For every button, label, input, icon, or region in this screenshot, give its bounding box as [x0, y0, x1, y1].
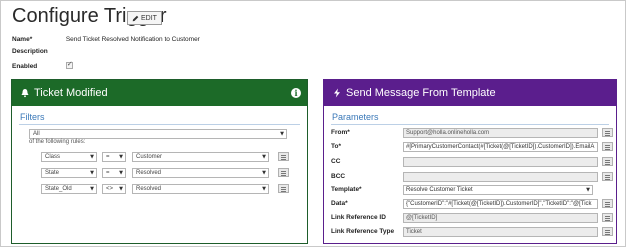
chevron-down-icon: ▼ [262, 154, 266, 160]
action-panel: Send Message From Template Parameters Fr… [323, 79, 617, 244]
description-row: Description [12, 48, 64, 55]
name-value: Send Ticket Resolved Notification to Cus… [65, 36, 200, 43]
match-select[interactable]: All ▼ [29, 129, 287, 139]
chevron-down-icon: ▼ [586, 187, 590, 193]
from-label: From* [331, 129, 350, 136]
list-icon[interactable] [602, 128, 613, 137]
rule-value-value: Customer [136, 154, 163, 160]
list-icon[interactable] [602, 199, 613, 208]
rule-field-select[interactable]: State ▼ [41, 168, 97, 178]
action-panel-header: Send Message From Template [324, 80, 616, 106]
data-label: Data* [331, 200, 348, 207]
rule-operator-select[interactable]: = ▼ [102, 152, 126, 162]
chevron-down-icon: ▼ [119, 186, 123, 192]
chevron-down-icon: ▼ [119, 154, 123, 160]
rule-field-value: Class [45, 154, 61, 160]
chevron-down-icon: ▼ [90, 154, 94, 160]
list-icon[interactable] [278, 152, 289, 161]
rule-value-value: Resolved [136, 170, 162, 176]
action-panel-title: Send Message From Template [346, 87, 496, 99]
data-field[interactable]: {"CustomerID":"#[Ticket(@[TicketID]).Cus… [403, 199, 598, 209]
list-icon[interactable] [278, 168, 289, 177]
lightning-icon [334, 88, 340, 98]
list-icon[interactable] [602, 213, 613, 222]
filters-title: Filters [20, 112, 45, 122]
name-label: Name* [12, 36, 33, 43]
trigger-panel-header: Ticket Modified [12, 80, 307, 106]
chevron-down-icon: ▼ [119, 170, 123, 176]
cc-label: CC [331, 158, 341, 165]
chevron-down-icon: ▼ [90, 186, 94, 192]
chevron-down-icon: ▼ [262, 170, 266, 176]
to-field[interactable]: #[PrimaryCustomerContact(#[Ticket(@[Tick… [403, 142, 598, 152]
rule-field-value: State_Old [45, 186, 72, 192]
description-label: Description [12, 48, 48, 55]
rule-field-select[interactable]: State_Old ▼ [41, 184, 97, 194]
list-icon[interactable] [602, 227, 613, 236]
name-row: Name* Send Ticket Resolved Notification … [12, 36, 200, 43]
template-select-value: Resolve Customer Ticket [406, 187, 473, 193]
enabled-label: Enabled [12, 63, 38, 70]
enabled-row: Enabled [12, 60, 73, 70]
match-select-value: All [33, 131, 40, 137]
enabled-checkbox[interactable] [65, 60, 73, 69]
rules-text: of the following rules: [29, 139, 86, 145]
chevron-down-icon: ▼ [280, 131, 284, 137]
rule-field-select[interactable]: Class ▼ [41, 152, 97, 162]
info-icon[interactable]: i [291, 88, 301, 98]
rule-operator-value: = [106, 170, 110, 176]
rule-field-value: State [45, 170, 60, 176]
filters-divider [19, 124, 300, 125]
parameters-divider [331, 124, 609, 125]
trigger-panel: Ticket Modified i Filters All ▼ of the f… [11, 79, 308, 244]
bcc-label: BCC [331, 173, 346, 180]
to-label: To* [331, 143, 341, 150]
bell-icon [21, 89, 29, 98]
cc-field[interactable] [403, 157, 598, 167]
list-icon[interactable] [602, 142, 613, 151]
trigger-panel-title: Ticket Modified [34, 87, 108, 99]
template-label: Template* [331, 186, 362, 193]
rule-value-select[interactable]: Customer ▼ [132, 152, 269, 162]
template-select[interactable]: Resolve Customer Ticket ▼ [403, 185, 593, 195]
chevron-down-icon: ▼ [262, 186, 266, 192]
rule-operator-select[interactable]: <> ▼ [102, 184, 126, 194]
rule-operator-select[interactable]: = ▼ [102, 168, 126, 178]
link-reference-id-label: Link Reference ID [331, 214, 386, 221]
rule-operator-value: = [106, 154, 110, 160]
bcc-field[interactable] [403, 172, 598, 182]
link-reference-type-label: Link Reference Type [331, 228, 395, 235]
list-icon[interactable] [602, 157, 613, 166]
chevron-down-icon: ▼ [90, 170, 94, 176]
list-icon[interactable] [602, 172, 613, 181]
pencil-icon [132, 15, 139, 21]
rule-operator-value: <> [106, 186, 114, 192]
rule-value-value: Resolved [136, 186, 162, 192]
parameters-title: Parameters [332, 112, 379, 122]
rule-value-select[interactable]: Resolved ▼ [132, 168, 269, 178]
edit-button[interactable]: EDIT [127, 11, 162, 25]
rule-value-select[interactable]: Resolved ▼ [132, 184, 269, 194]
link-reference-id-field[interactable]: @[TicketID] [403, 213, 598, 223]
link-reference-type-field[interactable]: Ticket [403, 227, 598, 237]
from-field[interactable]: Support@holla.onlineholla.com [403, 128, 598, 138]
edit-button-label: EDIT [141, 14, 157, 22]
list-icon[interactable] [278, 184, 289, 193]
